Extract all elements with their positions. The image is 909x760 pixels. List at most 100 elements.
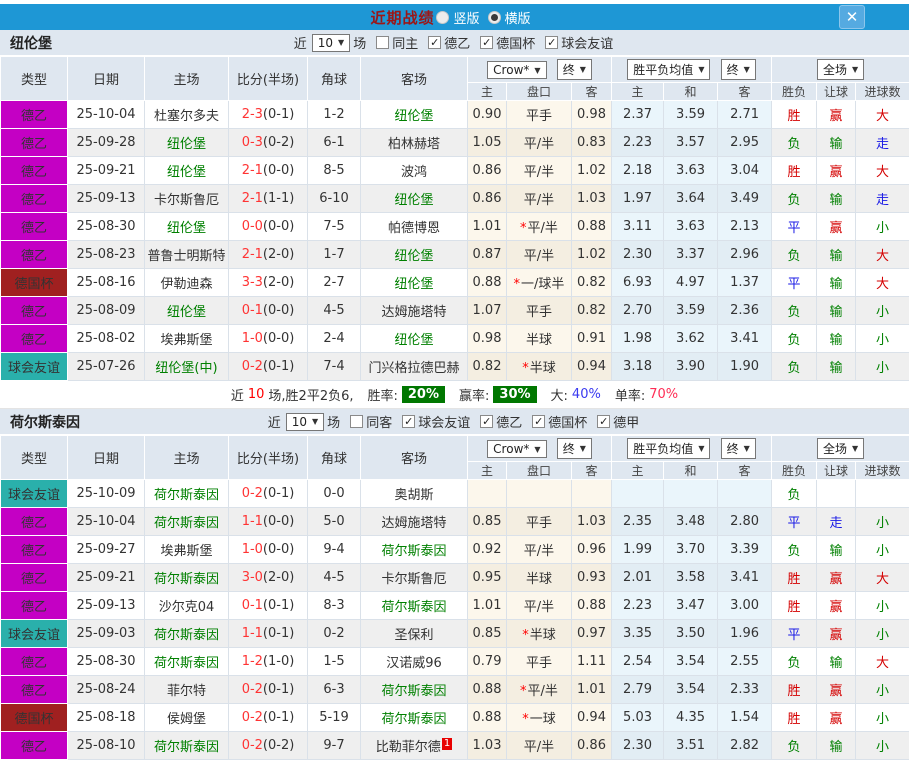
cell-avg-draw: 3.51 <box>664 732 718 760</box>
cell-goals-result: 小 <box>856 325 909 353</box>
odds-provider-select[interactable]: Crow*▼ <box>487 440 546 458</box>
cell-home-team[interactable]: 纽伦堡 <box>145 297 229 325</box>
horizontal-radio-label[interactable]: 横版 <box>505 8 531 27</box>
cell-home-team[interactable]: 荷尔斯泰因 <box>145 480 229 508</box>
chevron-down-icon: ▼ <box>744 444 750 453</box>
cell-corner: 9-7 <box>308 732 361 760</box>
cell-away-team[interactable]: 荷尔斯泰因 <box>361 592 468 620</box>
cell-home-team[interactable]: 荷尔斯泰因 <box>145 648 229 676</box>
cell-away-team[interactable]: 圣保利 <box>361 620 468 648</box>
games-label: 场 <box>327 412 340 431</box>
cell-score: 2-3(0-1) <box>229 101 308 129</box>
cell-home-team[interactable]: 杜塞尔多夫 <box>145 101 229 129</box>
cell-avg-away: 2.36 <box>718 297 772 325</box>
scope-group-header: 全场▼ <box>772 436 909 462</box>
cell-away-team[interactable]: 卡尔斯鲁厄 <box>361 564 468 592</box>
league-checkbox[interactable]: ✓ <box>545 36 558 49</box>
odds-stage-select[interactable]: 终▼ <box>557 59 592 80</box>
cell-home-team[interactable]: 荷尔斯泰因 <box>145 564 229 592</box>
cell-away-team[interactable]: 波鸿 <box>361 157 468 185</box>
league-checkbox[interactable]: ✓ <box>428 36 441 49</box>
odds-stage-select[interactable]: 终▼ <box>557 438 592 459</box>
cell-away-team[interactable]: 达姆施塔特 <box>361 508 468 536</box>
mean-type-select[interactable]: 胜平负均值▼ <box>627 59 710 80</box>
cell-away-team[interactable]: 奥胡斯 <box>361 480 468 508</box>
league-checkbox[interactable]: ✓ <box>532 415 545 428</box>
cell-score: 3-0(2-0) <box>229 564 308 592</box>
cell-home-team[interactable]: 荷尔斯泰因 <box>145 508 229 536</box>
cell-away-team[interactable]: 门兴格拉德巴赫 <box>361 353 468 381</box>
mean-stage-select[interactable]: 终▼ <box>721 59 756 80</box>
cell-home-team[interactable]: 纽伦堡(中) <box>145 353 229 381</box>
cell-score: 0-0(0-0) <box>229 213 308 241</box>
col-avg-draw: 和 <box>664 83 718 101</box>
horizontal-radio[interactable] <box>488 11 501 24</box>
cell-away-team[interactable]: 荷尔斯泰因 <box>361 704 468 732</box>
cell-home-team[interactable]: 侯姆堡 <box>145 704 229 732</box>
cell-home-team[interactable]: 普鲁士明斯特 <box>145 241 229 269</box>
cell-goals-result: 大 <box>856 241 909 269</box>
league-checkbox[interactable]: ✓ <box>480 415 493 428</box>
cell-away-team[interactable]: 纽伦堡 <box>361 185 468 213</box>
recent-count-select[interactable]: 10▼ <box>312 34 350 52</box>
cell-away-team[interactable]: 纽伦堡 <box>361 325 468 353</box>
cell-odds-away: 0.83 <box>572 129 612 157</box>
league-checkbox[interactable]: ✓ <box>402 415 415 428</box>
col-goals: 进球数 <box>856 83 909 101</box>
chevron-down-icon: ▼ <box>534 445 540 454</box>
cell-avg-home: 2.18 <box>612 157 664 185</box>
cell-away-team[interactable]: 比勒菲尔德1 <box>361 732 468 760</box>
cell-home-team[interactable]: 荷尔斯泰因 <box>145 732 229 760</box>
cell-home-team[interactable]: 埃弗斯堡 <box>145 536 229 564</box>
cell-away-team[interactable]: 纽伦堡 <box>361 269 468 297</box>
mean-stage-select[interactable]: 终▼ <box>721 438 756 459</box>
cell-home-team[interactable]: 荷尔斯泰因 <box>145 620 229 648</box>
same-venue-checkbox[interactable] <box>376 36 389 49</box>
cell-home-team[interactable]: 沙尔克04 <box>145 592 229 620</box>
mean-type-select[interactable]: 胜平负均值▼ <box>627 438 710 459</box>
cell-avg-home: 2.30 <box>612 241 664 269</box>
cell-avg-home: 2.30 <box>612 732 664 760</box>
cell-home-team[interactable]: 埃弗斯堡 <box>145 325 229 353</box>
cell-corner: 5-19 <box>308 704 361 732</box>
cell-home-team[interactable]: 伊勒迪森 <box>145 269 229 297</box>
cell-away-team[interactable]: 纽伦堡 <box>361 101 468 129</box>
scope-select[interactable]: 全场▼ <box>817 438 864 459</box>
cell-home-team[interactable]: 纽伦堡 <box>145 213 229 241</box>
cell-corner: 4-5 <box>308 297 361 325</box>
cell-avg-draw <box>664 480 718 508</box>
same-venue-label: 同客 <box>366 412 392 431</box>
cell-corner: 8-5 <box>308 157 361 185</box>
matches-table: 类型 日期 主场 比分(半场) 角球 客场 Crow*▼ 终▼ 胜平负均值▼ 终… <box>0 56 909 381</box>
cell-avg-draw: 3.57 <box>664 129 718 157</box>
cell-away-team[interactable]: 柏林赫塔 <box>361 129 468 157</box>
cell-away-team[interactable]: 荷尔斯泰因 <box>361 536 468 564</box>
league-checkbox[interactable]: ✓ <box>597 415 610 428</box>
cell-home-team[interactable]: 纽伦堡 <box>145 157 229 185</box>
vertical-radio[interactable] <box>436 11 449 24</box>
recent-count-select[interactable]: 10▼ <box>286 413 324 431</box>
chevron-down-icon: ▼ <box>744 65 750 74</box>
win-rate-label: 胜率: <box>368 385 398 404</box>
odds-provider-select[interactable]: Crow*▼ <box>487 61 546 79</box>
cell-score: 0-2(0-1) <box>229 353 308 381</box>
scope-select[interactable]: 全场▼ <box>817 59 864 80</box>
cell-home-team[interactable]: 纽伦堡 <box>145 129 229 157</box>
cell-away-team[interactable]: 汉诺威96 <box>361 648 468 676</box>
close-button[interactable]: ✕ <box>839 5 865 29</box>
cell-home-team[interactable]: 卡尔斯鲁厄 <box>145 185 229 213</box>
cell-away-team[interactable]: 荷尔斯泰因 <box>361 676 468 704</box>
cell-away-team[interactable]: 纽伦堡 <box>361 241 468 269</box>
league-checkbox[interactable]: ✓ <box>480 36 493 49</box>
cell-away-team[interactable]: 达姆施塔特 <box>361 297 468 325</box>
table-header-row: 类型 日期 主场 比分(半场) 角球 客场 Crow*▼ 终▼ 胜平负均值▼ 终… <box>1 57 909 83</box>
cell-away-team[interactable]: 帕德博恩 <box>361 213 468 241</box>
cell-avg-away: 2.55 <box>718 648 772 676</box>
vertical-radio-label[interactable]: 竖版 <box>453 8 479 27</box>
cell-result: 胜 <box>772 157 817 185</box>
match-row: 德乙25-09-13卡尔斯鲁厄2-1(1-1)6-10纽伦堡0.86平/半1.0… <box>1 185 909 213</box>
cell-avg-draw: 3.90 <box>664 353 718 381</box>
same-venue-checkbox[interactable] <box>350 415 363 428</box>
profit-rate-label: 赢率: <box>459 385 489 404</box>
cell-home-team[interactable]: 菲尔特 <box>145 676 229 704</box>
